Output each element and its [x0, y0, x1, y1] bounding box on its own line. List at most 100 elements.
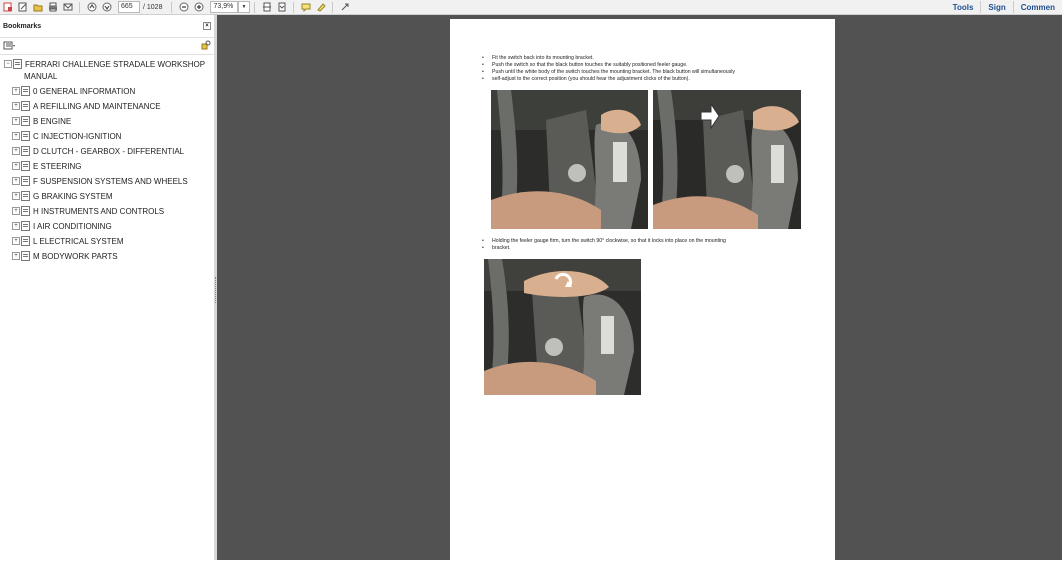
bookmark-page-icon: [21, 116, 30, 126]
expand-icon[interactable]: [338, 1, 351, 13]
next-page-icon[interactable]: [100, 1, 113, 13]
bookmark-options-icon[interactable]: [3, 37, 17, 55]
bookmark-label: E STEERING: [33, 162, 82, 171]
bookmark-label: H INSTRUMENTS AND CONTROLS: [33, 207, 165, 216]
create-pdf-icon[interactable]: [1, 1, 14, 13]
zoom-level-input[interactable]: 73,9%: [210, 1, 239, 13]
page-total: / 1028: [143, 3, 163, 11]
bookmark-label: G BRAKING SYSTEM: [33, 192, 113, 201]
bookmark-label: B ENGINE: [33, 117, 72, 126]
page-number-input[interactable]: 665: [118, 1, 140, 13]
toolbar-divider: [254, 1, 256, 13]
bookmark-c-injection-ignition[interactable]: + C INJECTION-IGNITION: [12, 131, 121, 143]
bookmark-0-general-information[interactable]: + 0 GENERAL INFORMATION: [12, 86, 135, 98]
bookmark-label: A REFILLING AND MAINTENANCE: [33, 102, 161, 111]
zoom-dropdown-chevron-icon[interactable]: ▼: [238, 1, 251, 13]
bookmark-h-instruments[interactable]: + H INSTRUMENTS AND CONTROLS: [12, 206, 164, 218]
edit-icon[interactable]: [16, 1, 29, 13]
expand-icon[interactable]: +: [12, 252, 20, 260]
tools-button[interactable]: Tools: [946, 3, 981, 12]
toolbar-divider: [332, 1, 334, 13]
top-toolbar: 665 / 1028 73,9% ▼ Tools Sign Commen: [0, 0, 1062, 15]
previous-page-icon[interactable]: [85, 1, 98, 13]
bookmark-d-clutch[interactable]: + D CLUTCH - GEARBOX - DIFFERENTIAL: [12, 146, 184, 158]
toolbar-divider: [293, 1, 295, 13]
bookmark-label: MANUAL: [24, 72, 58, 81]
bookmark-label: D CLUTCH - GEARBOX - DIFFERENTIAL: [33, 147, 185, 156]
bookmark-page-icon: [21, 206, 30, 216]
toolbar-divider: [79, 1, 80, 13]
bookmark-page-icon: [21, 161, 30, 171]
toolbar-right-group: Tools Sign Commen: [946, 0, 1062, 14]
email-icon[interactable]: [61, 1, 74, 13]
expand-icon[interactable]: +: [12, 192, 20, 200]
bookmark-page-icon: [21, 176, 30, 186]
instruction-continuation: self-adjust to the correct position (you…: [482, 76, 812, 83]
instruction-bullet: Push until the white body of the switch …: [482, 69, 812, 76]
expand-icon[interactable]: +: [12, 237, 20, 245]
zoom-in-icon[interactable]: [192, 1, 205, 13]
bookmarks-toolbar: [0, 38, 214, 55]
expand-icon[interactable]: +: [12, 177, 20, 185]
expand-icon[interactable]: +: [12, 162, 20, 170]
highlight-icon[interactable]: [314, 1, 327, 13]
switch-photo-3: [484, 259, 641, 395]
bookmark-page-icon: [21, 221, 30, 231]
open-folder-icon[interactable]: [31, 1, 44, 13]
document-viewer[interactable]: Fit the switch back into its mounting br…: [217, 15, 1062, 569]
bookmark-e-steering[interactable]: + E STEERING: [12, 161, 81, 173]
close-panel-icon[interactable]: ×: [203, 22, 211, 30]
bookmark-l-electrical[interactable]: + L ELECTRICAL SYSTEM: [12, 236, 124, 248]
expand-icon[interactable]: +: [12, 87, 20, 95]
find-bookmark-icon[interactable]: [201, 37, 211, 55]
expand-icon[interactable]: +: [12, 132, 20, 140]
bookmark-a-refilling[interactable]: + A REFILLING AND MAINTENANCE: [12, 101, 161, 113]
bookmark-f-suspension[interactable]: + F SUSPENSION SYSTEMS AND WHEELS: [12, 176, 188, 188]
switch-photo-2: [653, 90, 801, 229]
comment-icon[interactable]: [299, 1, 312, 13]
collapse-icon[interactable]: −: [4, 60, 12, 68]
zoom-out-icon[interactable]: [177, 1, 190, 13]
bookmark-label: L ELECTRICAL SYSTEM: [33, 237, 124, 246]
fit-width-icon[interactable]: [275, 1, 288, 13]
bookmark-page-icon: [13, 59, 22, 69]
bookmark-page-icon: [21, 131, 30, 141]
bookmark-m-bodywork[interactable]: + M BODYWORK PARTS: [12, 251, 118, 263]
comment-button[interactable]: Commen: [1014, 3, 1062, 12]
switch-photo-1: [491, 90, 648, 229]
print-icon[interactable]: [46, 1, 59, 13]
expand-icon[interactable]: +: [12, 222, 20, 230]
bookmark-label: I AIR CONDITIONING: [33, 222, 112, 231]
document-page: Fit the switch back into its mounting br…: [450, 19, 835, 569]
bookmark-label: F SUSPENSION SYSTEMS AND WHEELS: [33, 177, 188, 186]
bookmark-label: M BODYWORK PARTS: [33, 252, 118, 261]
bookmark-page-icon: [21, 101, 30, 111]
expand-icon[interactable]: +: [12, 207, 20, 215]
toolbar-divider: [171, 1, 173, 13]
instruction-bullet: Push the switch so that the black button…: [482, 62, 812, 69]
instruction-bullet: Fit the switch back into its mounting br…: [482, 55, 812, 62]
bookmarks-title: Bookmarks: [3, 22, 42, 30]
bookmark-page-icon: [21, 236, 30, 246]
expand-icon[interactable]: +: [12, 147, 20, 155]
bookmark-label: FERRARI CHALLENGE STRADALE WORKSHOP: [25, 60, 206, 69]
expand-icon[interactable]: +: [12, 117, 20, 125]
fit-page-icon[interactable]: [260, 1, 273, 13]
bookmark-page-icon: [21, 146, 30, 156]
instruction-list-2: Holding the feeler gauge firm, turn the …: [482, 238, 812, 252]
bookmark-page-icon: [21, 86, 30, 96]
bookmark-label: 0 GENERAL INFORMATION: [33, 87, 136, 96]
bookmark-b-engine[interactable]: + B ENGINE: [12, 116, 71, 128]
sign-button[interactable]: Sign: [981, 3, 1012, 12]
bookmark-page-icon: [21, 191, 30, 201]
instruction-list-1: Fit the switch back into its mounting br…: [482, 55, 812, 83]
bookmark-label: C INJECTION-IGNITION: [33, 132, 122, 141]
bookmark-g-braking[interactable]: + G BRAKING SYSTEM: [12, 191, 113, 203]
expand-icon[interactable]: +: [12, 102, 20, 110]
instruction-bullet: Holding the feeler gauge firm, turn the …: [482, 238, 812, 245]
bookmarks-panel: Bookmarks × − FERRARI CHALLENGE STRADALE…: [0, 15, 215, 560]
bookmark-root-continued[interactable]: MANUAL: [24, 71, 57, 83]
bookmarks-header: Bookmarks ×: [0, 15, 214, 38]
bookmark-root[interactable]: − FERRARI CHALLENGE STRADALE WORKSHOP: [4, 59, 205, 71]
bookmark-i-air-conditioning[interactable]: + I AIR CONDITIONING: [12, 221, 112, 233]
